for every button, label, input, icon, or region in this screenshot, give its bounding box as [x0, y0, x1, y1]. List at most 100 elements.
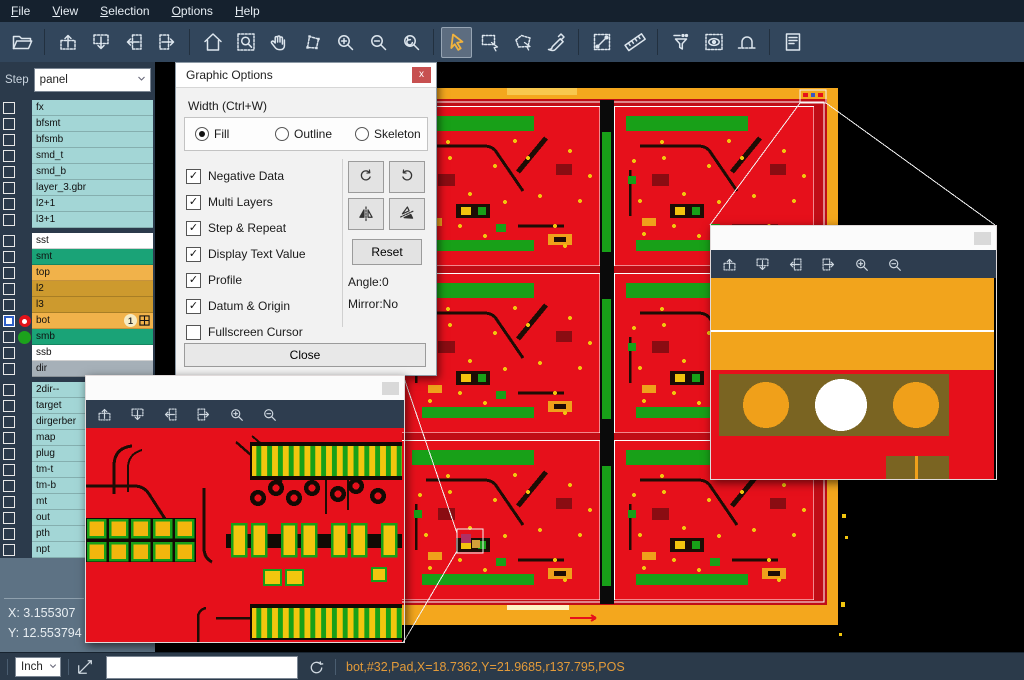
layer-checkbox[interactable]	[3, 363, 15, 375]
layer-checkbox[interactable]	[3, 235, 15, 247]
layer-checkbox[interactable]	[3, 544, 15, 556]
menu-item-selection[interactable]: Selection	[89, 0, 160, 22]
transform-select-button[interactable]	[474, 27, 505, 58]
layer-checkbox[interactable]	[3, 251, 15, 263]
box-arrow-left-button[interactable]	[162, 406, 179, 423]
layer-row-smb[interactable]: smb	[0, 329, 155, 345]
mirror-h-button[interactable]	[348, 198, 384, 230]
box-arrow-left-button[interactable]	[787, 256, 804, 273]
layer-checkbox[interactable]	[3, 182, 15, 194]
layers-form-button[interactable]	[777, 27, 808, 58]
box-arrow-left-button[interactable]	[118, 27, 149, 58]
layer-name[interactable]: l2+1	[32, 196, 153, 212]
box-arrow-right-button[interactable]	[151, 27, 182, 58]
layer-name[interactable]: bfsmt	[32, 116, 153, 132]
layer-row-bfsmb[interactable]: bfsmb	[0, 132, 155, 148]
box-arrow-down-button[interactable]	[129, 406, 146, 423]
unit-select[interactable]: Inch	[15, 657, 61, 677]
checkbox-profile[interactable]: ✓Profile	[186, 267, 338, 293]
group-select-button[interactable]	[507, 27, 538, 58]
radio-fill[interactable]: Fill	[195, 127, 265, 141]
layer-checkbox[interactable]	[3, 400, 15, 412]
box-arrow-right-button[interactable]	[820, 256, 837, 273]
reset-button[interactable]: Reset	[352, 239, 422, 265]
layer-row-fx[interactable]: fx	[0, 100, 155, 116]
menu-item-help[interactable]: Help	[224, 0, 271, 22]
box-arrow-up-button[interactable]	[52, 27, 83, 58]
layer-row-bfsmt[interactable]: bfsmt	[0, 116, 155, 132]
dialog-titlebar[interactable]: Graphic Options x	[176, 63, 436, 88]
ruler-button[interactable]	[619, 27, 650, 58]
layer-name[interactable]: l3+1	[32, 212, 153, 228]
box-arrow-up-button[interactable]	[721, 256, 738, 273]
layer-row-smt[interactable]: smt	[0, 249, 155, 265]
box-arrow-down-button[interactable]	[754, 256, 771, 273]
layer-checkbox[interactable]	[3, 150, 15, 162]
layer-checkbox[interactable]	[3, 432, 15, 444]
layer-checkbox[interactable]	[3, 464, 15, 476]
layer-name[interactable]: sst	[32, 233, 153, 249]
measure-diagonal-button[interactable]	[586, 27, 617, 58]
layer-row-l3[interactable]: l3	[0, 297, 155, 313]
popup-titlebar[interactable]	[711, 226, 996, 250]
close-button[interactable]: Close	[184, 343, 426, 367]
layer-name[interactable]: bot1	[32, 313, 153, 329]
layer-row-l2+1[interactable]: l2+1	[0, 196, 155, 212]
layer-checkbox[interactable]	[3, 512, 15, 524]
layer-row-bot[interactable]: bot1	[0, 313, 155, 329]
home-button[interactable]	[197, 27, 228, 58]
layer-name[interactable]: smd_b	[32, 164, 153, 180]
layer-name[interactable]: smt	[32, 249, 153, 265]
snap-button[interactable]	[731, 27, 762, 58]
radio-skeleton[interactable]: Skeleton	[355, 127, 425, 141]
layer-checkbox[interactable]	[3, 214, 15, 226]
rotate-cw-button[interactable]	[348, 161, 384, 193]
layer-row-l3+1[interactable]: l3+1	[0, 212, 155, 228]
layer-name[interactable]: layer_3.gbr	[32, 180, 153, 196]
layer-name[interactable]: l3	[32, 297, 153, 313]
layer-checkbox[interactable]	[3, 283, 15, 295]
popup-window-button[interactable]	[974, 232, 991, 245]
folder-open-button[interactable]	[6, 27, 37, 58]
checkbox-negative-data[interactable]: ✓Negative Data	[186, 163, 338, 189]
layer-name[interactable]: ssb	[32, 345, 153, 361]
zoom-in-button[interactable]	[329, 27, 360, 58]
green-indicator-icon[interactable]	[18, 331, 31, 344]
layer-row-ssb[interactable]: ssb	[0, 345, 155, 361]
zoom-in-button[interactable]	[228, 406, 245, 423]
checkbox-display-text-value[interactable]: ✓Display Text Value	[186, 241, 338, 267]
checkbox-step-repeat[interactable]: ✓Step & Repeat	[186, 215, 338, 241]
command-input[interactable]	[106, 656, 298, 679]
layer-checkbox[interactable]	[3, 166, 15, 178]
brush-button[interactable]	[540, 27, 571, 58]
layer-row-l2[interactable]: l2	[0, 281, 155, 297]
layer-checkbox[interactable]	[3, 480, 15, 492]
select-cursor-button[interactable]	[441, 27, 472, 58]
mirror-v-button[interactable]	[389, 198, 425, 230]
zoom-out-button[interactable]	[362, 27, 393, 58]
layer-checkbox[interactable]	[3, 315, 15, 327]
free-transform-button[interactable]	[296, 27, 327, 58]
layer-checkbox[interactable]	[3, 267, 15, 279]
layer-checkbox[interactable]	[3, 384, 15, 396]
box-arrow-down-button[interactable]	[85, 27, 116, 58]
popup-titlebar[interactable]	[86, 376, 404, 400]
layer-row-smd_b[interactable]: smd_b	[0, 164, 155, 180]
checkbox-datum-origin[interactable]: ✓Datum & Origin	[186, 293, 338, 319]
layer-name[interactable]: top	[32, 265, 153, 281]
menu-item-file[interactable]: File	[0, 0, 41, 22]
layer-row-layer_3.gbr[interactable]: layer_3.gbr	[0, 180, 155, 196]
checkbox-fullscreen-cursor[interactable]: Fullscreen Cursor	[186, 319, 338, 345]
layer-checkbox[interactable]	[3, 198, 15, 210]
zoom-out-button[interactable]	[261, 406, 278, 423]
layer-row-sst[interactable]: sst	[0, 233, 155, 249]
red-indicator-icon[interactable]	[19, 315, 31, 327]
layer-name[interactable]: l2	[32, 281, 153, 297]
layer-checkbox[interactable]	[3, 134, 15, 146]
layer-name[interactable]: smb	[32, 329, 153, 345]
layer-name[interactable]: fx	[32, 100, 153, 116]
corner-measure-icon[interactable]	[76, 658, 94, 676]
box-arrow-up-button[interactable]	[96, 406, 113, 423]
view-options-button[interactable]	[698, 27, 729, 58]
menu-item-options[interactable]: Options	[161, 0, 224, 22]
